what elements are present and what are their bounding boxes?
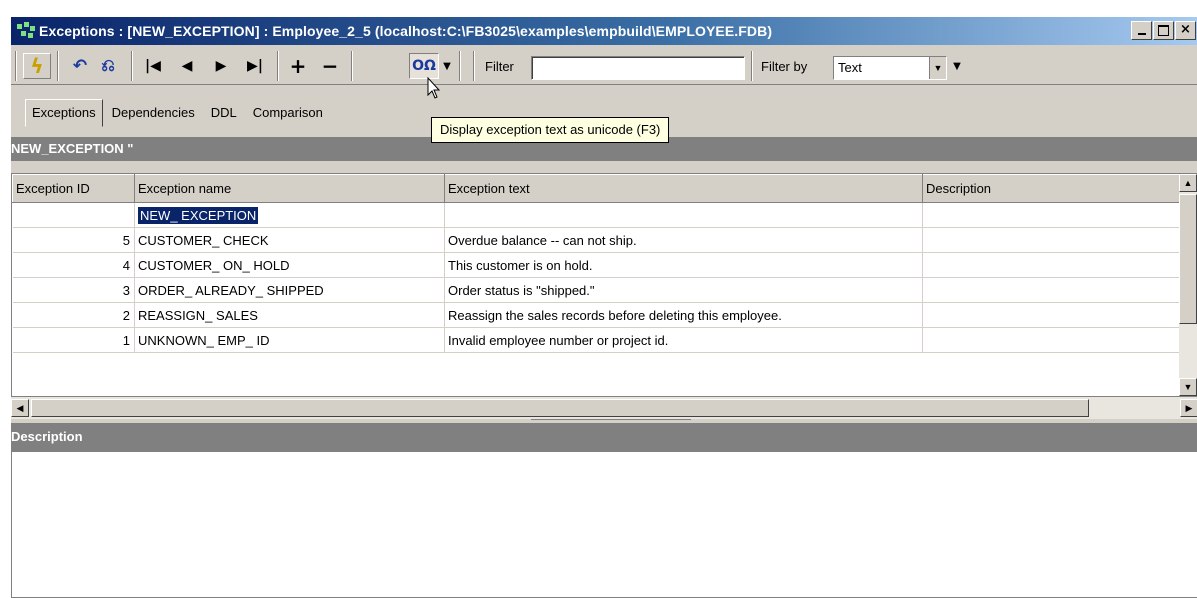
tab-comparison[interactable]: Comparison [245, 99, 330, 127]
cell-name[interactable]: CUSTOMER_ CHECK [134, 227, 445, 253]
cell-name[interactable]: UNKNOWN_ EMP_ ID [134, 327, 445, 353]
add-record-icon[interactable]: + [285, 53, 311, 79]
tab-ddl[interactable]: DDL [203, 99, 244, 127]
filter-by-value: Text [838, 60, 862, 75]
description-field[interactable] [11, 451, 1197, 598]
cell-description[interactable] [922, 227, 1180, 253]
cell-id[interactable]: 5 [12, 227, 135, 253]
table-row[interactable]: 5 CUSTOMER_ CHECK Overdue balance -- can… [12, 227, 1180, 253]
maximize-button[interactable] [1153, 21, 1174, 40]
cell-text[interactable]: Order status is "shipped." [444, 277, 923, 303]
toolbar: ϟ ↶ ⎌ |◀ ◀ ▶ ▶| + − OΩ ▼ Filter Filter b… [11, 47, 1197, 85]
window-title: Exceptions : [NEW_EXCEPTION] : Employee_… [39, 23, 773, 39]
exceptions-window: Exceptions : [NEW_EXCEPTION] : Employee_… [10, 16, 1197, 598]
cell-id[interactable]: 4 [12, 252, 135, 278]
column-header-description[interactable]: Description [922, 174, 1180, 203]
filter-label: Filter [485, 59, 514, 74]
first-record-icon[interactable]: |◀ [139, 53, 167, 79]
table-row[interactable]: 3 ORDER_ ALREADY_ SHIPPED Order status i… [12, 277, 1180, 303]
vertical-scroll-thumb[interactable] [1179, 194, 1197, 324]
filter-by-select[interactable]: Text ▼ [833, 56, 947, 80]
description-panel-header: Description [11, 423, 1197, 451]
cell-text[interactable]: Reassign the sales records before deleti… [444, 302, 923, 328]
horizontal-scrollbar[interactable]: ◀ ▶ [11, 397, 1197, 419]
cell-name[interactable]: NEW_ EXCEPTION [134, 202, 445, 228]
cell-name[interactable]: CUSTOMER_ ON_ HOLD [134, 252, 445, 278]
cell-description[interactable] [922, 252, 1180, 278]
redo-icon[interactable]: ⎌ [95, 53, 121, 79]
chevron-down-icon[interactable]: ▼ [929, 57, 946, 79]
scroll-down-icon[interactable]: ▼ [1179, 378, 1197, 396]
chevron-down-icon[interactable]: ▼ [441, 53, 453, 79]
exceptions-grid[interactable]: Exception ID Exception name Exception te… [11, 173, 1197, 397]
table-row[interactable]: 4 CUSTOMER_ ON_ HOLD This customer is on… [12, 252, 1180, 278]
table-row[interactable]: 1 UNKNOWN_ EMP_ ID Invalid employee numb… [12, 327, 1180, 353]
tooltip: Display exception text as unicode (F3) [431, 117, 670, 143]
cell-name[interactable]: REASSIGN_ SALES [134, 302, 445, 328]
chevron-down-icon[interactable]: ▼ [951, 53, 963, 79]
cell-name[interactable]: ORDER_ ALREADY_ SHIPPED [134, 277, 445, 303]
cell-id[interactable]: 1 [12, 327, 135, 353]
title-bar[interactable]: Exceptions : [NEW_EXCEPTION] : Employee_… [11, 17, 1197, 45]
table-row[interactable]: 2 REASSIGN_ SALES Reassign the sales rec… [12, 302, 1180, 328]
unicode-toggle-button[interactable]: OΩ [409, 53, 439, 79]
app-icon [15, 22, 37, 40]
column-header-text[interactable]: Exception text [444, 174, 923, 203]
scroll-left-icon[interactable]: ◀ [11, 399, 29, 417]
cell-id[interactable]: 3 [12, 277, 135, 303]
mouse-cursor-icon [427, 77, 441, 99]
table-row[interactable]: NEW_ EXCEPTION [12, 202, 1180, 228]
tab-bar: Exceptions Dependencies DDL Comparison [25, 99, 332, 127]
column-header-name[interactable]: Exception name [134, 174, 445, 203]
scroll-up-icon[interactable]: ▲ [1179, 174, 1197, 192]
selected-cell-value[interactable]: NEW_ EXCEPTION [138, 206, 259, 224]
vertical-scrollbar[interactable]: ▲ ▼ [1179, 174, 1197, 396]
delete-record-icon[interactable]: − [317, 53, 343, 79]
cell-text[interactable]: This customer is on hold. [444, 252, 923, 278]
filter-input[interactable] [531, 56, 745, 80]
filter-by-label: Filter by [761, 59, 808, 74]
tab-exceptions[interactable]: Exceptions [25, 99, 103, 127]
table-header-row: Exception ID Exception name Exception te… [12, 174, 1180, 203]
cell-description[interactable] [922, 327, 1180, 353]
last-record-icon[interactable]: ▶| [241, 53, 269, 79]
lightning-icon[interactable]: ϟ [23, 53, 51, 79]
cell-text[interactable]: Invalid employee number or project id. [444, 327, 923, 353]
cell-description[interactable] [922, 302, 1180, 328]
cell-description[interactable] [922, 202, 1180, 228]
cell-description[interactable] [922, 277, 1180, 303]
cell-id[interactable] [12, 202, 135, 228]
column-header-id[interactable]: Exception ID [12, 174, 135, 203]
exceptions-table: Exception ID Exception name Exception te… [12, 174, 1180, 353]
horizontal-scroll-thumb[interactable] [31, 399, 1089, 417]
previous-record-icon[interactable]: ◀ [173, 53, 201, 79]
minimize-button[interactable] [1131, 21, 1152, 40]
cell-text[interactable]: Overdue balance -- can not ship. [444, 227, 923, 253]
cell-text[interactable] [444, 202, 923, 228]
scroll-right-icon[interactable]: ▶ [1180, 399, 1197, 417]
tab-dependencies[interactable]: Dependencies [104, 99, 202, 127]
close-button[interactable]: × [1175, 21, 1196, 40]
next-record-icon[interactable]: ▶ [207, 53, 235, 79]
undo-icon[interactable]: ↶ [67, 53, 93, 79]
cell-id[interactable]: 2 [12, 302, 135, 328]
